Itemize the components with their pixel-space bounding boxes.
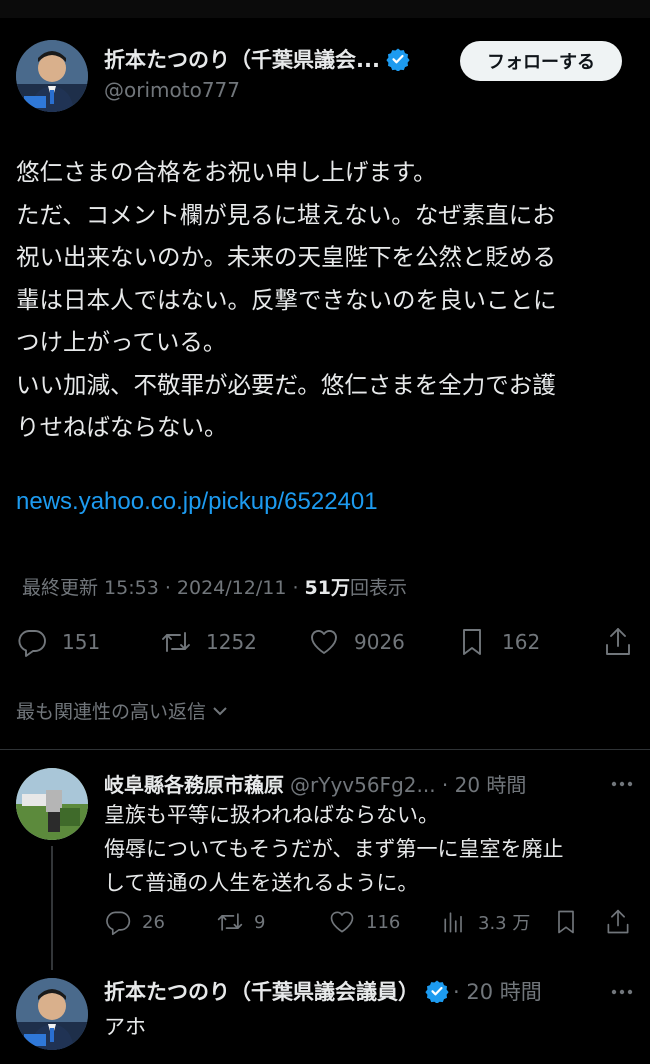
reply-count: 151: [62, 630, 101, 654]
share-icon: [607, 909, 629, 934]
status-bar-strip: [0, 0, 650, 18]
tweet-action-bar: 151 1252 9026 162: [0, 620, 650, 664]
author-avatar[interactable]: [16, 40, 88, 112]
share-icon: [606, 628, 630, 655]
reply-body: 皇族も平等に扱われねばならない。 侮辱についてもそうだが、まず第一に皇室を廃止 …: [104, 798, 563, 900]
divider: [0, 749, 650, 750]
tweet-text-line: いい加減、不敬罪が必要だ。悠仁さまを全力でお護: [16, 370, 556, 399]
view-count: 51万: [304, 577, 350, 599]
reply-share-button[interactable]: [604, 902, 632, 942]
reply2-body: アホ: [104, 1015, 146, 1039]
like-button[interactable]: 9026: [308, 620, 405, 664]
tweet-text-line: ただ、コメント欄が見るに堪えない。なぜ素直にお: [16, 200, 556, 229]
reply-views-button[interactable]: 3.3 万: [440, 902, 530, 942]
reply-repost-button[interactable]: 9: [216, 902, 265, 942]
news-link[interactable]: news.yahoo.co.jp/pickup/6522401: [16, 488, 378, 516]
tweet-text-line: つけ上がっている。: [16, 328, 227, 356]
analytics-icon: [444, 912, 462, 933]
reply-text-line: 侮辱についてもそうだが、まず第一に皇室を廃止: [104, 837, 564, 861]
more-options-button[interactable]: [608, 770, 636, 798]
reply-like-count: 116: [366, 911, 401, 933]
reply-icon: [106, 911, 131, 936]
reply-view-count: 3.3 万: [478, 913, 531, 934]
reply-action-bar: 26 9 116 3.3 万: [0, 902, 650, 942]
repost-button[interactable]: 1252: [160, 620, 257, 664]
tweet-text-line: 祝い出来ないのか。未来の天皇陛下を公然と貶める: [16, 243, 557, 271]
tweet-text-line: りせねばならない。: [16, 413, 228, 441]
reply-text-line: して普通の人生を送れるように。: [104, 871, 419, 895]
reply2-author-avatar[interactable]: [16, 978, 88, 1050]
reply-reply-count: 26: [142, 911, 165, 933]
reply-button[interactable]: 151: [16, 620, 100, 664]
repost-count: 1252: [206, 630, 257, 654]
verified-badge-icon: [425, 980, 449, 1003]
more-horizontal-icon: [611, 989, 633, 995]
reply-sort-label: 最も関連性の高い返信: [16, 701, 207, 723]
tweet-meta: 最終更新 15:53 · 2024/12/11 · 51万回表示: [22, 573, 407, 600]
reply-author-name[interactable]: 岐阜縣各務原市蘓原: [104, 769, 284, 798]
author-display-name[interactable]: 折本たつのり（千葉県議会...: [104, 44, 380, 74]
author-name-row[interactable]: 折本たつのり（千葉県議会...: [104, 44, 410, 74]
verified-badge-icon: [386, 48, 410, 71]
reply-repost-count: 9: [254, 911, 266, 933]
view-count-suffix: 回表示: [350, 577, 408, 599]
repost-icon: [162, 632, 190, 652]
bookmark-count: 162: [502, 630, 541, 654]
heart-icon: [330, 911, 354, 933]
timestamp[interactable]: 最終更新 15:53 · 2024/12/11 ·: [22, 577, 305, 599]
chevron-down-icon: [213, 706, 227, 715]
share-button[interactable]: [602, 620, 634, 664]
more-options-button[interactable]: [608, 978, 636, 1006]
reply-text-line: 皇族も平等に扱われねばならない。: [104, 803, 439, 827]
reply2-time[interactable]: · 20 時間: [453, 976, 542, 1006]
repost-icon: [217, 913, 243, 931]
tweet-text-line: 輩は日本人ではない。反撃できないのを良いことに: [16, 285, 557, 314]
reply2-author-name[interactable]: 折本たつのり（千葉県議会議員）: [104, 976, 419, 1006]
reply-bookmark-button[interactable]: [552, 902, 580, 942]
reply-handle-time[interactable]: @rYyv56Fg2... · 20 時間: [290, 769, 526, 798]
reply-header: 岐阜縣各務原市蘓原 @rYyv56Fg2... · 20 時間: [104, 769, 526, 798]
reply-reply-button[interactable]: 26: [104, 902, 165, 942]
reply2-header: 折本たつのり（千葉県議会議員） · 20 時間: [104, 976, 542, 1006]
follow-button[interactable]: フォローする: [460, 41, 622, 81]
reply-icon: [18, 630, 46, 657]
more-horizontal-icon: [611, 781, 633, 787]
reply-author-avatar[interactable]: [16, 768, 88, 840]
reply-sort-toggle[interactable]: 最も関連性の高い返信: [16, 697, 230, 724]
reply-like-button[interactable]: 116: [328, 902, 400, 942]
bookmark-button[interactable]: 162: [456, 620, 540, 664]
author-handle[interactable]: @orimoto777: [104, 78, 240, 102]
heart-icon: [311, 630, 337, 654]
tweet-text-line: 悠仁さまの合格をお祝い申し上げます。: [16, 158, 437, 186]
like-count: 9026: [354, 630, 405, 654]
bookmark-icon: [558, 910, 574, 934]
tweet-body: 悠仁さまの合格をお祝い申し上げます。 ただ、コメント欄が見るに堪えない。なぜ素直…: [16, 151, 638, 449]
bookmark-icon: [463, 629, 481, 655]
